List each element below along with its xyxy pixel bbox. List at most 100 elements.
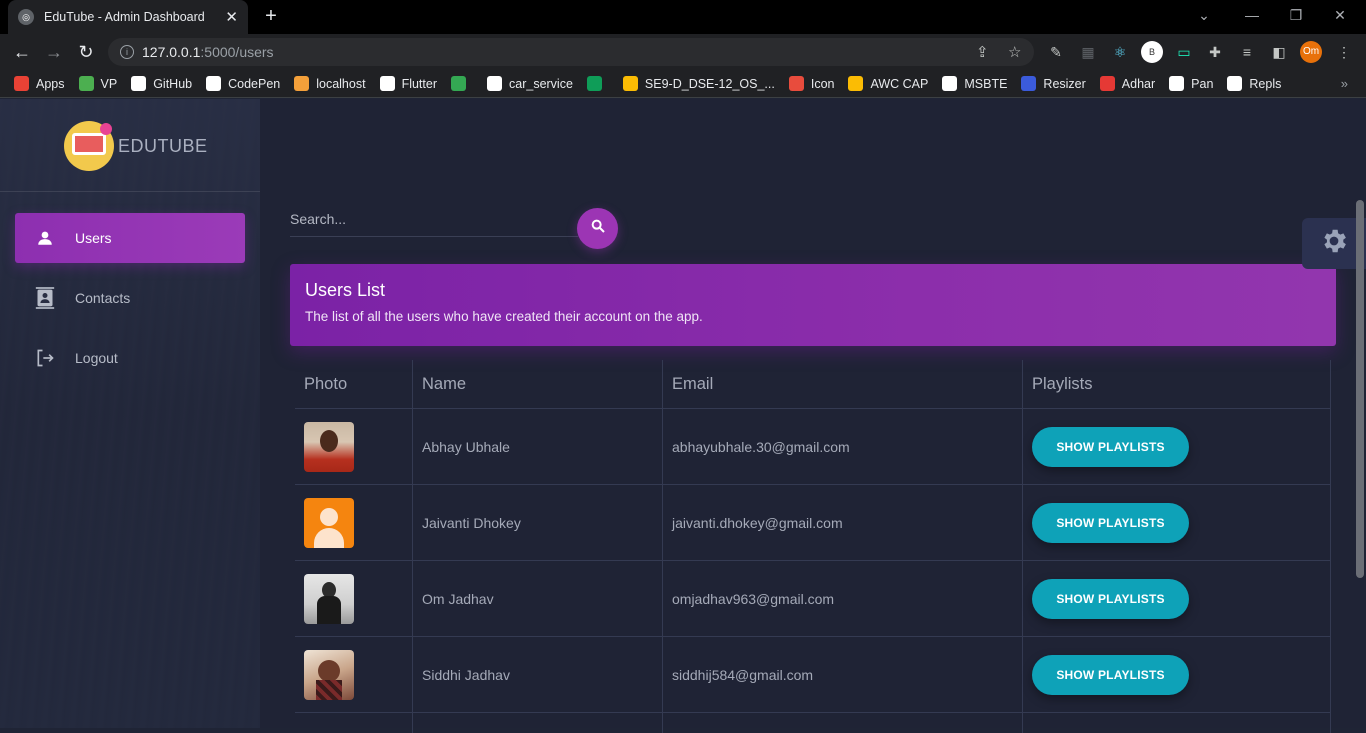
sidebar-item-logout[interactable]: Logout xyxy=(15,333,245,383)
bookmark-favicon-icon xyxy=(78,76,94,91)
new-tab-icon[interactable]: + xyxy=(260,5,282,27)
tab-close-icon[interactable]: ✕ xyxy=(225,8,238,26)
bookmark-item[interactable]: car_service xyxy=(487,76,573,91)
edutube-logo-icon xyxy=(64,121,114,171)
bookmark-label: Resizer xyxy=(1043,76,1086,91)
sidebar: EDUTUBE Users Contacts Logout xyxy=(0,99,260,728)
bookmark-label: MSBTE xyxy=(964,76,1008,91)
bookmark-favicon-icon xyxy=(487,76,502,91)
bookmark-favicon-icon xyxy=(1021,76,1037,91)
address-bar[interactable]: i 127.0.0.1:5000/users ⇪ ☆ xyxy=(108,38,1034,66)
search-icon xyxy=(590,218,606,239)
bookmark-favicon-icon xyxy=(942,76,958,91)
user-avatar xyxy=(304,649,354,700)
user-email: jaivanti.dhokey@gmail.com xyxy=(662,485,1022,560)
table-row: Om Jadhav omjadhav963@gmail.com SHOW PLA… xyxy=(295,561,1331,637)
contact-card-icon xyxy=(35,287,55,309)
bookmark-star-icon[interactable]: ☆ xyxy=(1008,43,1021,61)
tab-favicon-icon: ◎ xyxy=(18,9,34,25)
bookmark-item[interactable] xyxy=(586,76,609,91)
url-path: :5000/users xyxy=(200,44,274,60)
users-list-header: Users List The list of all the users who… xyxy=(290,264,1336,346)
bookmark-label: Pan xyxy=(1191,76,1214,91)
user-avatar xyxy=(304,573,354,624)
forward-icon[interactable]: → xyxy=(42,40,66,64)
column-header-playlists: Playlists xyxy=(1022,360,1331,408)
profile-avatar[interactable]: Om xyxy=(1300,41,1322,63)
bookmark-label: GitHub xyxy=(153,76,193,91)
table-row-partial xyxy=(295,713,1331,733)
gear-icon xyxy=(1319,226,1349,261)
users-table: Photo Name Email Playlists Abhay Ubhale … xyxy=(295,360,1331,733)
extensions-puzzle-icon[interactable]: ✚ xyxy=(1205,42,1225,62)
card-title: Users List xyxy=(305,280,386,300)
media-control-icon[interactable]: ≡ xyxy=(1237,42,1257,62)
pen-extension-icon[interactable]: ✎ xyxy=(1046,42,1066,62)
bookmark-favicon-icon xyxy=(788,76,804,91)
back-icon[interactable]: ← xyxy=(10,40,34,64)
bookmark-item[interactable]: Apps xyxy=(14,76,65,91)
user-avatar-default xyxy=(304,497,354,548)
bookmark-item[interactable]: GitHub xyxy=(131,76,192,91)
show-playlists-button[interactable]: SHOW PLAYLISTS xyxy=(1032,654,1189,695)
bookmark-item[interactable]: Repls xyxy=(1227,76,1281,91)
show-playlists-button[interactable]: SHOW PLAYLISTS xyxy=(1032,426,1189,467)
brand[interactable]: EDUTUBE xyxy=(64,121,208,171)
user-name: Siddhi Jadhav xyxy=(412,637,662,712)
bookmark-label: SE9-D_DSE-12_OS_... xyxy=(644,76,775,91)
menu-kebab-icon[interactable]: ⋮ xyxy=(1334,42,1354,62)
tab-title: EduTube - Admin Dashboard xyxy=(44,10,205,24)
bookmark-label: CodePen xyxy=(228,76,281,91)
bookmark-item[interactable]: MSBTE xyxy=(942,76,1007,91)
minimize-icon[interactable]: — xyxy=(1230,0,1274,30)
bookmark-item[interactable] xyxy=(451,76,473,91)
user-name: Om Jadhav xyxy=(412,561,662,636)
sidebar-item-contacts[interactable]: Contacts xyxy=(15,273,245,323)
site-info-icon[interactable]: i xyxy=(120,45,134,59)
bookmarks-overflow-icon[interactable]: » xyxy=(1341,76,1348,91)
show-playlists-button[interactable]: SHOW PLAYLISTS xyxy=(1032,578,1189,619)
bookmark-favicon-icon xyxy=(131,76,147,91)
bookmark-label: Flutter xyxy=(401,76,437,91)
bookmark-item[interactable]: SE9-D_DSE-12_OS_... xyxy=(622,76,775,91)
table-row: Jaivanti Dhokey jaivanti.dhokey@gmail.co… xyxy=(295,485,1331,561)
sidebar-divider xyxy=(0,191,260,192)
react-devtools-icon[interactable]: ⚛ xyxy=(1110,42,1130,62)
search-input[interactable] xyxy=(290,203,578,235)
show-playlists-button[interactable]: SHOW PLAYLISTS xyxy=(1032,502,1189,543)
side-panel-icon[interactable]: ◧ xyxy=(1269,42,1289,62)
bookmark-item[interactable]: localhost xyxy=(294,76,366,91)
restore-icon[interactable]: ❐ xyxy=(1274,0,1318,30)
user-name: Jaivanti Dhokey xyxy=(412,485,662,560)
grid-extension-icon[interactable]: ▦ xyxy=(1078,42,1098,62)
page-scrollbar[interactable] xyxy=(1356,200,1364,578)
user-email: abhayubhale.30@gmail.com xyxy=(662,409,1022,484)
column-header-photo: Photo xyxy=(304,374,348,393)
browser-tab[interactable]: ◎ EduTube - Admin Dashboard ✕ xyxy=(8,0,248,34)
reload-icon[interactable]: ↻ xyxy=(74,40,98,64)
bookmark-favicon-icon xyxy=(379,76,395,91)
bookmark-favicon-icon xyxy=(1099,76,1115,91)
bookmark-item[interactable]: Icon xyxy=(788,76,834,91)
sidebar-item-users[interactable]: Users xyxy=(15,213,245,263)
b-extension-icon[interactable]: B xyxy=(1141,41,1163,63)
bookmark-item[interactable]: Adhar xyxy=(1099,76,1155,91)
bookmark-label: AWC CAP xyxy=(870,76,929,91)
share-icon[interactable]: ⇪ xyxy=(976,43,989,61)
browser-tab-strip: ◎ EduTube - Admin Dashboard ✕ + ⌄ — ❐ ✕ xyxy=(0,0,1366,34)
sidebar-item-label: Contacts xyxy=(75,290,131,306)
bookmark-label: car_service xyxy=(509,76,573,91)
logout-icon xyxy=(35,348,55,368)
bookmark-item[interactable]: AWC CAP xyxy=(848,76,928,91)
sidebar-item-label: Users xyxy=(75,230,112,246)
media-extension-icon[interactable]: ▭ xyxy=(1174,42,1194,62)
bookmark-item[interactable]: Resizer xyxy=(1021,76,1086,91)
tab-search-icon[interactable]: ⌄ xyxy=(1182,0,1226,30)
app-root: EDUTUBE Users Contacts Logout Search... … xyxy=(0,99,1366,733)
close-window-icon[interactable]: ✕ xyxy=(1318,0,1362,30)
bookmark-item[interactable]: CodePen xyxy=(206,76,280,91)
bookmark-item[interactable]: Flutter xyxy=(379,76,437,91)
search-button[interactable] xyxy=(577,208,618,249)
bookmark-item[interactable]: VP xyxy=(78,76,117,91)
bookmark-item[interactable]: Pan xyxy=(1169,76,1213,91)
